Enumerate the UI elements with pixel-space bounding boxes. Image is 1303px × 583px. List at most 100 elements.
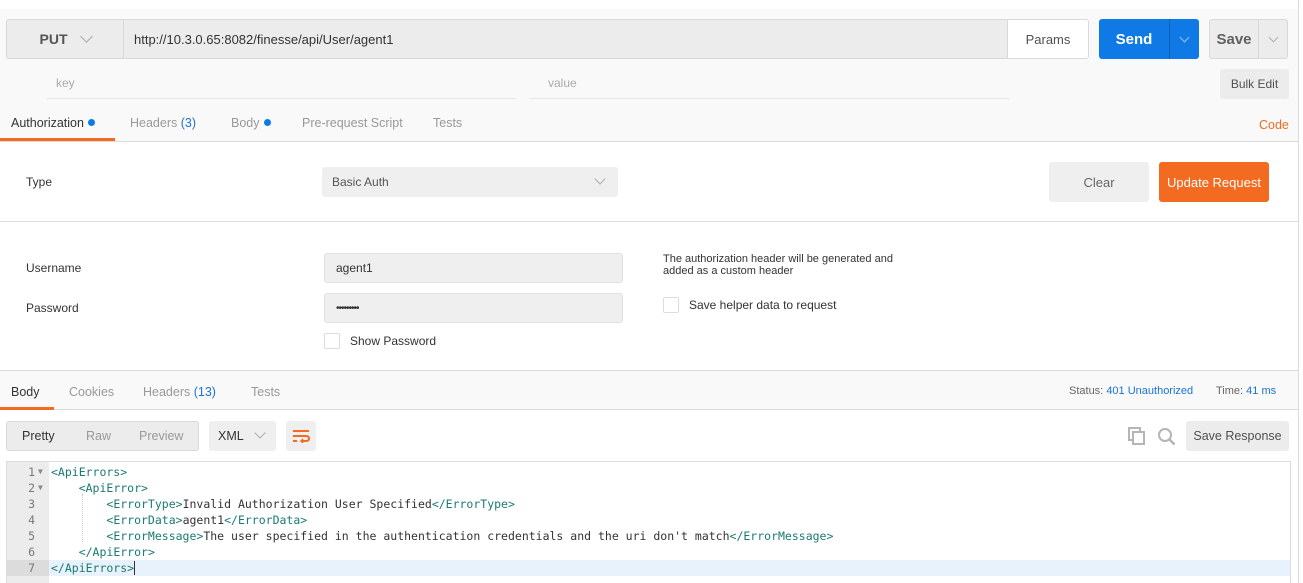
xml-tag: <ErrorMessage> bbox=[106, 529, 204, 543]
password-input[interactable]: ••••••••• bbox=[324, 293, 623, 323]
time-readout: Time: 41 ms bbox=[1216, 385, 1276, 397]
chevron-down-icon bbox=[1179, 32, 1190, 42]
method-label: PUT bbox=[39, 31, 68, 47]
code-line: 4 <ErrorData>agent1</ErrorData> bbox=[7, 512, 1290, 528]
format-select[interactable]: XML bbox=[209, 421, 276, 451]
tab-count: (3) bbox=[180, 116, 197, 130]
status-label: Status: bbox=[1069, 385, 1104, 397]
save-helper-checkbox[interactable] bbox=[663, 297, 679, 313]
code-line: 1 ▼ <ApiErrors> bbox=[7, 464, 1290, 480]
fold-toggle-icon[interactable]: ▼ bbox=[38, 464, 43, 480]
code-text: <ErrorMessage>The user specified in the … bbox=[106, 529, 834, 543]
xml-tag: </ErrorMessage> bbox=[729, 529, 834, 543]
save-dropdown-button[interactable] bbox=[1258, 19, 1288, 59]
username-label: Username bbox=[26, 261, 82, 275]
xml-tag: <ErrorType> bbox=[106, 497, 183, 511]
update-request-button[interactable]: Update Request bbox=[1159, 162, 1269, 202]
code-line: 3 <ErrorType>Invalid Authorization User … bbox=[7, 496, 1290, 512]
code-text: <ErrorData>agent1</ErrorData> bbox=[106, 513, 308, 527]
response-tab-body[interactable]: Body bbox=[0, 371, 54, 410]
type-label: Type bbox=[26, 175, 53, 189]
xml-tag: <ApiErrors> bbox=[51, 465, 128, 479]
top-strip bbox=[0, 0, 1303, 9]
save-button[interactable]: Save bbox=[1209, 19, 1259, 59]
code-line: 7 </ApiErrors> bbox=[7, 560, 1290, 576]
save-response-button[interactable]: Save Response bbox=[1186, 421, 1289, 451]
search-icon[interactable] bbox=[1157, 427, 1176, 446]
code-text: </ApiErrors> bbox=[51, 560, 136, 576]
tab-label: Tests bbox=[433, 116, 463, 130]
status-value[interactable]: 401 Unauthorized bbox=[1106, 385, 1193, 397]
tab-label: Pre-request Script bbox=[302, 116, 403, 130]
modified-dot-icon bbox=[87, 119, 95, 126]
tab-label: Body bbox=[11, 385, 40, 399]
chevron-down-icon bbox=[1268, 32, 1278, 42]
code-line: 6 </ApiError> bbox=[7, 544, 1290, 560]
copy-icon[interactable] bbox=[1128, 427, 1146, 445]
line-number: 1 bbox=[28, 465, 35, 479]
modified-dot-icon bbox=[263, 119, 271, 126]
view-raw-button[interactable]: Raw bbox=[86, 422, 111, 450]
response-body-editor[interactable]: 1 ▼ <ApiErrors> 2 ▼ <ApiError> 3 <ErrorType>I… bbox=[6, 461, 1291, 583]
time-label: Time: bbox=[1216, 385, 1244, 397]
params-button[interactable]: Params bbox=[1007, 19, 1089, 59]
auth-type-value: Basic Auth bbox=[332, 175, 389, 189]
bulk-edit-button[interactable]: Bulk Edit bbox=[1220, 69, 1289, 99]
chevron-down-icon bbox=[254, 427, 266, 439]
show-password-checkbox[interactable] bbox=[324, 333, 340, 349]
code-text: </ApiError> bbox=[51, 544, 155, 560]
method-select[interactable]: PUT bbox=[6, 19, 123, 59]
code-line: 2 ▼ <ApiError> bbox=[7, 480, 1290, 496]
url-text: http://10.3.0.65:8082/finesse/api/User/a… bbox=[134, 31, 394, 47]
code-text: <ApiError> bbox=[51, 480, 148, 496]
clear-button[interactable]: Clear bbox=[1049, 162, 1149, 202]
show-password-label[interactable]: Show Password bbox=[350, 334, 436, 348]
xml-tag: </ErrorType> bbox=[431, 497, 515, 511]
auth-type-select[interactable]: Basic Auth bbox=[322, 167, 618, 197]
tab-headers[interactable]: Headers (3) bbox=[130, 108, 196, 141]
status-readout: Status: 401 Unauthorized bbox=[1069, 385, 1193, 397]
line-number: 2 bbox=[28, 481, 35, 495]
send-button[interactable]: Send bbox=[1099, 19, 1169, 59]
tab-pre-request-script[interactable]: Pre-request Script bbox=[302, 108, 403, 141]
tab-label: Authorization bbox=[11, 116, 84, 130]
xml-tag: </ApiError> bbox=[78, 545, 155, 559]
code-text: <ApiErrors> bbox=[51, 464, 127, 480]
helper-text: The authorization header will be generat… bbox=[663, 253, 893, 277]
param-value-input[interactable]: value bbox=[530, 70, 1010, 99]
tab-tests[interactable]: Tests bbox=[433, 108, 462, 141]
wrap-lines-button[interactable] bbox=[286, 421, 316, 451]
tab-label: Headers bbox=[130, 116, 178, 130]
url-input[interactable]: http://10.3.0.65:8082/finesse/api/User/a… bbox=[123, 19, 1008, 59]
view-mode-group: Pretty Raw Preview bbox=[6, 421, 199, 451]
xml-tag: </ErrorData> bbox=[224, 513, 308, 527]
code-link[interactable]: Code bbox=[1259, 118, 1289, 132]
right-edge-border bbox=[1298, 0, 1299, 583]
username-input[interactable]: agent1 bbox=[324, 253, 623, 283]
fold-toggle-icon[interactable]: ▼ bbox=[38, 480, 43, 496]
format-value: XML bbox=[218, 429, 244, 443]
send-dropdown-button[interactable] bbox=[1169, 19, 1199, 59]
password-value: ••••••••• bbox=[336, 302, 359, 314]
chevron-down-icon bbox=[79, 30, 93, 43]
tab-body[interactable]: Body bbox=[231, 108, 271, 141]
save-helper-label[interactable]: Save helper data to request bbox=[689, 298, 836, 312]
tab-label: Tests bbox=[251, 385, 281, 399]
password-label: Password bbox=[26, 301, 79, 315]
request-tabs: Authorization Headers (3) Body Pre-reque… bbox=[0, 108, 1298, 142]
time-value[interactable]: 41 ms bbox=[1246, 385, 1276, 397]
line-number: 5 bbox=[28, 529, 35, 543]
chevron-down-icon bbox=[594, 173, 606, 185]
response-tab-headers[interactable]: Headers (13) bbox=[143, 371, 216, 410]
line-number: 4 bbox=[28, 513, 35, 527]
xml-tag: <ErrorData> bbox=[106, 513, 183, 527]
tab-authorization[interactable]: Authorization bbox=[0, 108, 115, 141]
view-preview-button[interactable]: Preview bbox=[139, 422, 183, 450]
response-tab-cookies[interactable]: Cookies bbox=[69, 371, 114, 410]
code-text: <ErrorType>Invalid Authorization User Sp… bbox=[106, 497, 515, 511]
response-tab-tests[interactable]: Tests bbox=[251, 371, 280, 410]
param-key-input[interactable]: key bbox=[46, 70, 516, 99]
xml-tag: <ApiError> bbox=[78, 481, 148, 495]
tab-label: Body bbox=[231, 116, 260, 130]
view-pretty-button[interactable]: Pretty bbox=[22, 422, 55, 450]
